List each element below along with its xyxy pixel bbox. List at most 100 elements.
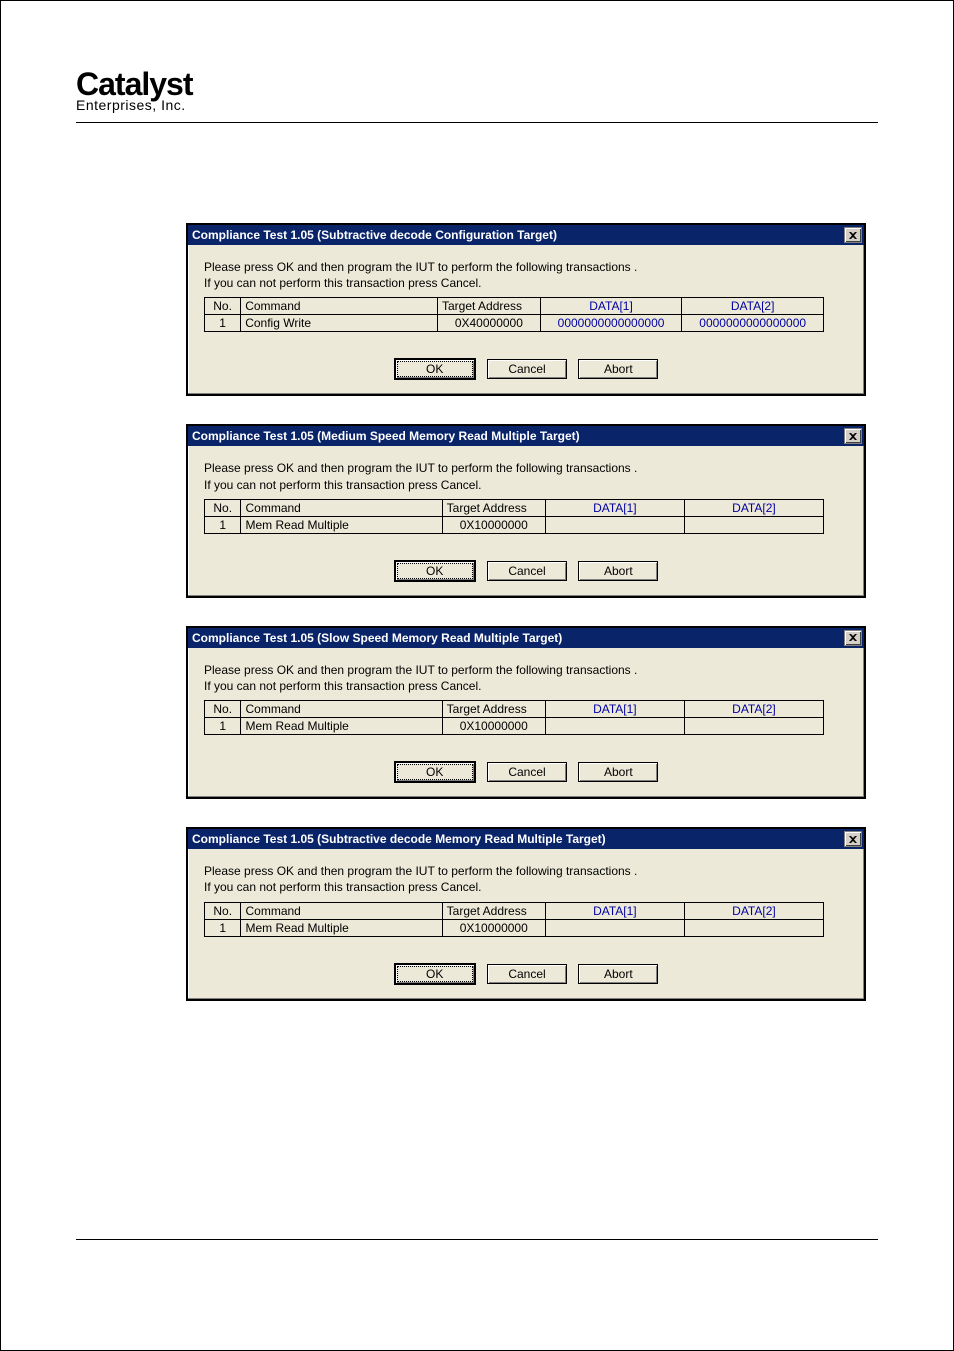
page-content: Catalyst Enterprises, Inc. Compliance Te… (76, 68, 878, 1029)
instruction-line2: If you can not perform this transaction … (204, 679, 481, 693)
dialog-body: Please press OK and then program the IUT… (188, 245, 864, 394)
dialog-title: Compliance Test 1.05 (Slow Speed Memory … (192, 631, 844, 645)
header-command: Command (241, 701, 442, 718)
header-no: No. (205, 499, 241, 516)
table-header-row: No. Command Target Address DATA[1] DATA[… (205, 499, 824, 516)
instruction-line1: Please press OK and then program the IUT… (204, 461, 637, 475)
cell-no: 1 (205, 315, 241, 332)
dialogs-container: Compliance Test 1.05 (Subtractive decode… (186, 223, 866, 1001)
header-no: No. (205, 298, 241, 315)
company-logo: Catalyst Enterprises, Inc. (76, 68, 878, 123)
header-data1: DATA[1] (540, 298, 682, 315)
button-row: OK Cancel Abort (204, 963, 848, 985)
instruction-line1: Please press OK and then program the IUT… (204, 663, 637, 677)
dialog-title: Compliance Test 1.05 (Medium Speed Memor… (192, 429, 844, 443)
abort-button[interactable]: Abort (578, 359, 658, 379)
header-target: Target Address (442, 902, 545, 919)
page: Catalyst Enterprises, Inc. Compliance Te… (0, 0, 954, 1351)
table-row: 1 Mem Read Multiple 0X10000000 (205, 516, 824, 533)
cell-data1 (545, 919, 684, 936)
header-target: Target Address (442, 499, 545, 516)
table-header-row: No. Command Target Address DATA[1] DATA[… (205, 701, 824, 718)
cell-command: Mem Read Multiple (241, 516, 442, 533)
close-button[interactable] (844, 831, 862, 847)
cell-command: Mem Read Multiple (241, 919, 442, 936)
instruction-line1: Please press OK and then program the IUT… (204, 260, 637, 274)
cancel-button[interactable]: Cancel (487, 561, 567, 581)
cell-data2: 0000000000000000 (682, 315, 824, 332)
table-header-row: No. Command Target Address DATA[1] DATA[… (205, 298, 824, 315)
cell-no: 1 (205, 919, 241, 936)
dialog-body: Please press OK and then program the IUT… (188, 849, 864, 998)
table-row: 1 Mem Read Multiple 0X10000000 (205, 919, 824, 936)
cancel-button[interactable]: Cancel (487, 359, 567, 379)
cell-command: Config Write (241, 315, 438, 332)
header-command: Command (241, 902, 442, 919)
cancel-button[interactable]: Cancel (487, 964, 567, 984)
table-row: 1 Mem Read Multiple 0X10000000 (205, 718, 824, 735)
close-button[interactable] (844, 630, 862, 646)
table-row: 1 Config Write 0X40000000 00000000000000… (205, 315, 824, 332)
header-data2: DATA[2] (684, 701, 823, 718)
cell-target: 0X40000000 (438, 315, 541, 332)
abort-button[interactable]: Abort (578, 964, 658, 984)
header-target: Target Address (438, 298, 541, 315)
logo-divider (76, 122, 878, 123)
dialog-compliance-4: Compliance Test 1.05 (Subtractive decode… (186, 827, 866, 1000)
cell-data2 (684, 919, 823, 936)
header-no: No. (205, 902, 241, 919)
logo-main-text: Catalyst (76, 68, 878, 100)
logo-sub-text: Enterprises, Inc. (76, 98, 878, 112)
header-data1: DATA[1] (545, 701, 684, 718)
dialog-title: Compliance Test 1.05 (Subtractive decode… (192, 832, 844, 846)
close-icon (849, 634, 857, 641)
dialog-compliance-2: Compliance Test 1.05 (Medium Speed Memor… (186, 424, 866, 597)
dialog-compliance-1: Compliance Test 1.05 (Subtractive decode… (186, 223, 866, 396)
button-row: OK Cancel Abort (204, 358, 848, 380)
titlebar: Compliance Test 1.05 (Subtractive decode… (188, 829, 864, 849)
cell-target: 0X10000000 (442, 718, 545, 735)
ok-button[interactable]: OK (394, 761, 476, 783)
page-footer-box (76, 1239, 878, 1280)
dialog-body: Please press OK and then program the IUT… (188, 446, 864, 595)
dialog-body: Please press OK and then program the IUT… (188, 648, 864, 797)
ok-button[interactable]: OK (394, 963, 476, 985)
header-command: Command (241, 298, 438, 315)
instruction-text: Please press OK and then program the IUT… (204, 259, 848, 291)
header-data2: DATA[2] (684, 499, 823, 516)
cell-target: 0X10000000 (442, 919, 545, 936)
instruction-line1: Please press OK and then program the IUT… (204, 864, 637, 878)
cell-command: Mem Read Multiple (241, 718, 442, 735)
transaction-table: No. Command Target Address DATA[1] DATA[… (204, 902, 824, 937)
header-target: Target Address (442, 701, 545, 718)
abort-button[interactable]: Abort (578, 762, 658, 782)
close-button[interactable] (844, 428, 862, 444)
cell-no: 1 (205, 516, 241, 533)
header-data2: DATA[2] (684, 902, 823, 919)
titlebar: Compliance Test 1.05 (Subtractive decode… (188, 225, 864, 245)
button-row: OK Cancel Abort (204, 560, 848, 582)
button-row: OK Cancel Abort (204, 761, 848, 783)
instruction-text: Please press OK and then program the IUT… (204, 460, 848, 492)
cell-data1: 0000000000000000 (540, 315, 682, 332)
cancel-button[interactable]: Cancel (487, 762, 567, 782)
cell-target: 0X10000000 (442, 516, 545, 533)
header-command: Command (241, 499, 442, 516)
close-button[interactable] (844, 227, 862, 243)
cell-no: 1 (205, 718, 241, 735)
ok-button[interactable]: OK (394, 560, 476, 582)
transaction-table: No. Command Target Address DATA[1] DATA[… (204, 499, 824, 534)
close-icon (849, 836, 857, 843)
instruction-text: Please press OK and then program the IUT… (204, 863, 848, 895)
instruction-line2: If you can not perform this transaction … (204, 880, 481, 894)
header-data1: DATA[1] (545, 499, 684, 516)
table-header-row: No. Command Target Address DATA[1] DATA[… (205, 902, 824, 919)
cell-data2 (684, 718, 823, 735)
instruction-line2: If you can not perform this transaction … (204, 478, 481, 492)
cell-data2 (684, 516, 823, 533)
header-data1: DATA[1] (545, 902, 684, 919)
header-data2: DATA[2] (682, 298, 824, 315)
ok-button[interactable]: OK (394, 358, 476, 380)
abort-button[interactable]: Abort (578, 561, 658, 581)
instruction-line2: If you can not perform this transaction … (204, 276, 481, 290)
